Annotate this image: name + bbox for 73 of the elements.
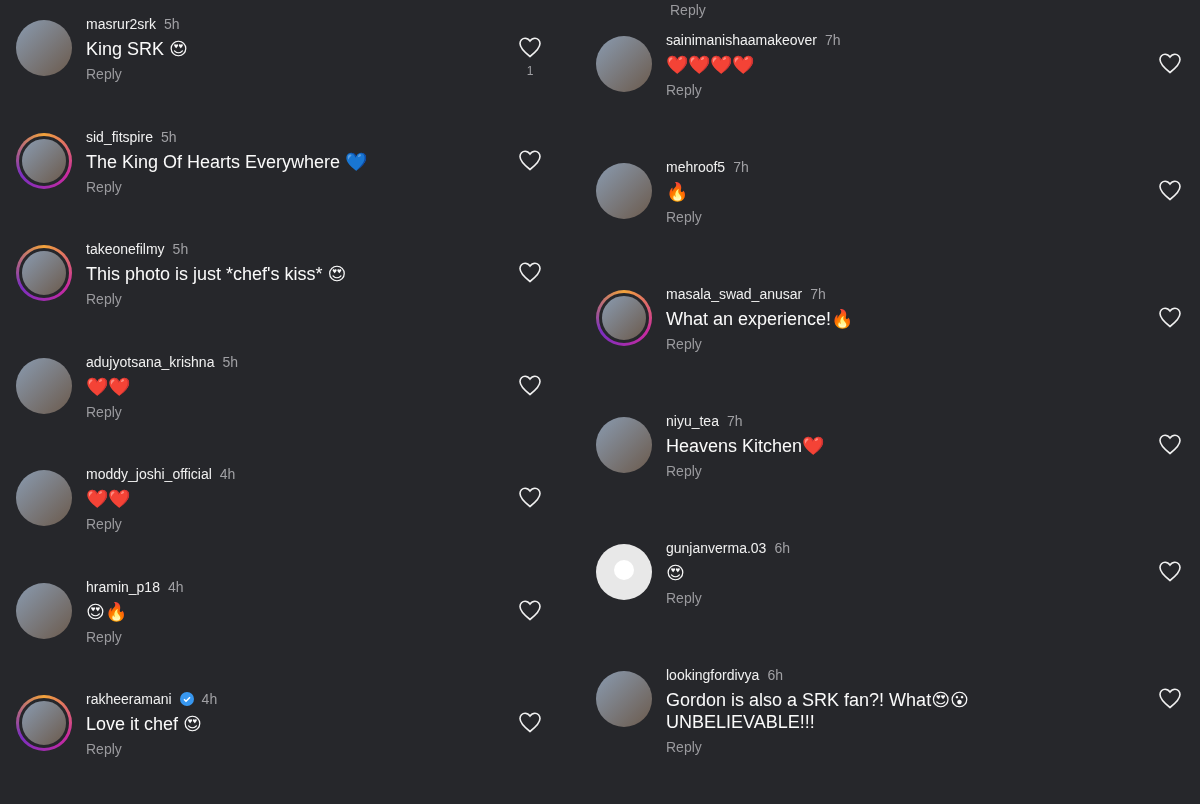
username-link[interactable]: moddy_joshi_official [86, 466, 212, 483]
comment-text: 🔥 [666, 181, 689, 203]
comment-time: 6h [767, 667, 783, 683]
avatar-photo-placeholder[interactable] [16, 20, 72, 76]
comment-time: 5h [160, 128, 177, 145]
username-link[interactable]: adujyotsana_krishna [86, 353, 215, 370]
comment-text: This photo is just *chef's kiss* 😍 [86, 263, 348, 286]
reply-link[interactable]: Reply [86, 741, 122, 758]
comment-time: 5h [164, 16, 180, 32]
comment-text: ❤❤ [86, 375, 131, 398]
username-link[interactable]: mehroof5 [666, 159, 726, 175]
like-heart-icon[interactable] [1158, 687, 1182, 709]
username-link[interactable]: niyu_tea [666, 413, 719, 429]
comment-text: What an experience!🔥 [666, 308, 855, 330]
like-count: 1 [526, 64, 534, 78]
comment-time: 6h [774, 540, 790, 556]
comment-text: Gordon is also a SRK fan?! What😍😮 UNBELIEVABLE!!! [666, 689, 970, 733]
comment-time: 7h [733, 159, 749, 175]
avatar-photo-placeholder[interactable] [596, 417, 652, 473]
reply-link[interactable]: Reply [666, 336, 702, 352]
comment-time: 7h [726, 413, 743, 429]
default-avatar-icon[interactable] [596, 544, 652, 600]
reply-link[interactable]: Reply [670, 2, 706, 32]
comment-time: 7h [810, 286, 826, 302]
like-heart-icon[interactable] [1158, 306, 1182, 328]
reply-link[interactable]: Reply [86, 628, 122, 645]
username-link[interactable]: gunjanverma.03 [666, 540, 767, 556]
comment-text: Heavens Kitchen❤ [666, 435, 826, 457]
reply-link[interactable]: Reply [666, 590, 702, 606]
like-heart-icon[interactable] [1158, 52, 1182, 74]
username-link[interactable]: hramin_p18 [86, 578, 160, 595]
reply-link[interactable]: Reply [666, 463, 702, 479]
comment-text: 😍🔥 [86, 600, 128, 623]
username-link[interactable]: takeonefilmy [86, 241, 165, 258]
comment-text: Love it chef 😍 [86, 713, 203, 736]
like-heart-icon[interactable] [1158, 560, 1182, 582]
reply-link[interactable]: Reply [86, 516, 122, 533]
comment-text: ❤❤ [86, 488, 131, 511]
reply-link[interactable]: Reply [666, 209, 702, 225]
username-link[interactable]: masala_swad_anusar [666, 286, 803, 302]
username-link[interactable]: sid_fitspire [86, 128, 153, 145]
reply-link[interactable]: Reply [86, 291, 122, 308]
comment-time: 5h [172, 241, 189, 258]
like-heart-icon[interactable] [518, 148, 542, 171]
comment-text: King SRK 😍 [86, 38, 189, 60]
avatar-photo-placeholder[interactable] [596, 671, 652, 727]
like-heart-icon[interactable] [518, 36, 542, 58]
like-heart-icon[interactable] [518, 486, 542, 509]
comment-time: 4h [167, 578, 184, 595]
avatar-photo-placeholder[interactable] [596, 163, 652, 219]
username-link[interactable]: sainimanishaamakeover [666, 32, 817, 48]
like-heart-icon[interactable] [518, 598, 542, 621]
reply-link[interactable]: Reply [86, 403, 122, 420]
avatar-photo-placeholder[interactable] [596, 36, 652, 92]
reply-link[interactable]: Reply [86, 178, 122, 195]
username-link[interactable]: masrur2srk [86, 16, 156, 32]
like-heart-icon[interactable] [518, 711, 542, 734]
comment-time: 4h [219, 466, 236, 483]
like-heart-icon[interactable] [1158, 179, 1182, 201]
reply-link[interactable]: Reply [666, 739, 702, 755]
comment-time: 5h [222, 353, 238, 370]
comment-time: 4h [201, 691, 218, 708]
comment-text: 😍 [666, 562, 686, 584]
username-link[interactable]: rakheeramani [86, 691, 172, 708]
comment-time: 7h [824, 32, 841, 48]
like-heart-icon[interactable] [518, 373, 542, 396]
comment-text: ❤❤❤❤ [666, 54, 755, 76]
like-heart-icon[interactable] [518, 261, 542, 284]
reply-link[interactable]: Reply [666, 82, 702, 98]
username-link[interactable]: lookingfordivya [666, 667, 760, 683]
like-heart-icon[interactable] [1158, 433, 1182, 455]
reply-link[interactable]: Reply [86, 66, 122, 82]
comment-text: The King Of Hearts Everywhere 💙 [86, 150, 369, 173]
